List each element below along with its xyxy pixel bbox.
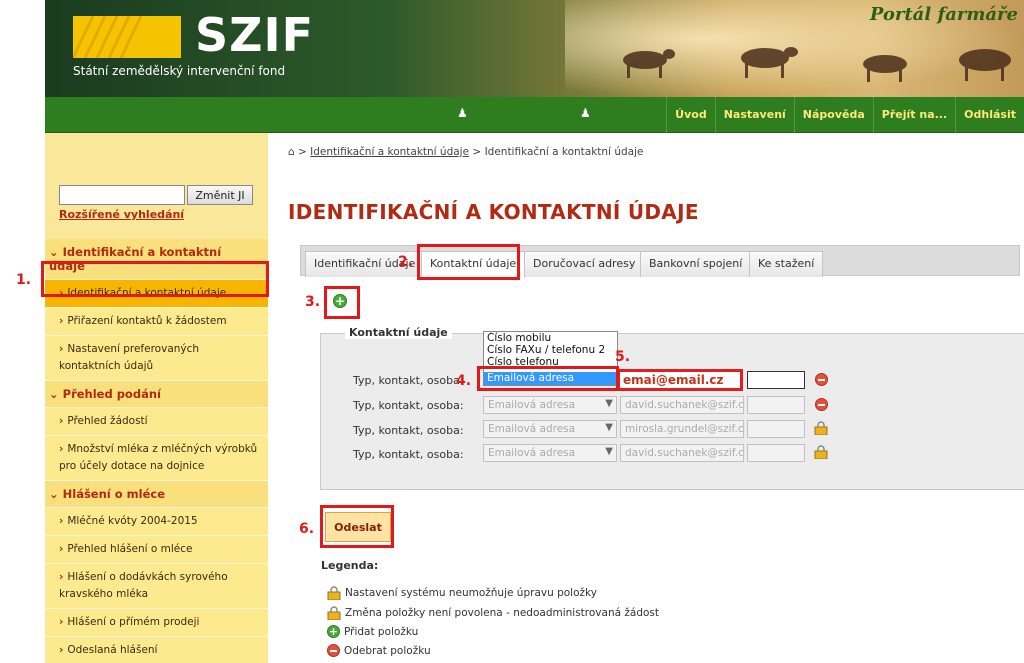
- side-section-milk[interactable]: ⌄ Hlášení o mléce: [45, 481, 268, 508]
- tab-delivery-addresses[interactable]: Doručovací adresy: [524, 251, 645, 277]
- cows-image: [623, 47, 1011, 82]
- legend-item: Nastavení systému neumožňuje úpravu polo…: [327, 586, 597, 600]
- remove-icon: [327, 644, 340, 657]
- lock-edit-icon: [327, 606, 341, 620]
- remove-item-icon[interactable]: [815, 398, 828, 411]
- nav-link-home[interactable]: Úvod: [666, 97, 715, 133]
- top-navbar: ♟ ♟ Úvod Nastavení Nápověda Přejít na...…: [45, 97, 1024, 133]
- sidebar-item-sent-reports[interactable]: › Odeslaná hlášení: [45, 637, 268, 663]
- row-label: Typ, kontakt, osoba:: [353, 399, 464, 412]
- legend-item: Změna položky není povolena - nedoadmini…: [327, 606, 659, 620]
- chevron-down-icon: ⌄: [49, 245, 59, 259]
- chevron-down-icon: ▼: [605, 398, 613, 409]
- breadcrumb: ⌂ > Identifikační a kontaktní údaje > Id…: [288, 146, 644, 158]
- chevron-right-icon: ›: [59, 343, 64, 355]
- nav-link-settings[interactable]: Nastavení: [714, 97, 794, 133]
- search-input[interactable]: [59, 185, 185, 205]
- page-title: IDENTIFIKAČNÍ A KONTAKTNÍ ÚDAJE: [288, 200, 699, 224]
- sidebar-item-direct-sales[interactable]: › Hlášení o přímém prodeji: [45, 609, 268, 637]
- nav-link-logout[interactable]: Odhlásit: [955, 97, 1024, 133]
- sidebar-item-contact-assignment[interactable]: › Přiřazení kontaktů k žádostem: [45, 308, 268, 336]
- annotation-box: [324, 286, 360, 319]
- annotation-number: 4.: [456, 373, 472, 389]
- annotation-box: [41, 261, 269, 297]
- legend-title: Legenda:: [321, 559, 379, 572]
- contact-person-input[interactable]: [747, 396, 805, 414]
- row-label: Typ, kontakt, osoba:: [353, 374, 464, 387]
- contact-value-input[interactable]: mirosla.grundel@szif.cz: [620, 420, 744, 438]
- contact-person-input[interactable]: [747, 444, 805, 462]
- contact-value-input[interactable]: david.suchanek@szif.cz: [620, 444, 744, 462]
- sidebar-item-milk-reports[interactable]: › Přehled hlášení o mléce: [45, 536, 268, 564]
- user-icon: ♟: [457, 106, 468, 120]
- sidebar-item-preferred-contacts[interactable]: › Nastavení preferovaných kontaktních úda…: [45, 336, 268, 381]
- chevron-right-icon: ›: [59, 443, 64, 455]
- user-icon: ♟: [580, 106, 591, 120]
- nav-links: Úvod Nastavení Nápověda Přejít na... Odh…: [666, 97, 1024, 133]
- annotation-number: 5.: [615, 349, 631, 365]
- tab-downloads[interactable]: Ke stažení: [749, 251, 824, 277]
- chevron-right-icon: ›: [59, 571, 64, 583]
- site-header: SZIF Státní zemědělský intervenční fond …: [45, 0, 1024, 97]
- side-menu: ⌄ Identifikační a kontaktní údaje › Identi…: [45, 239, 268, 663]
- breadcrumb-link[interactable]: Identifikační a kontaktní údaje: [310, 146, 469, 158]
- lock-icon: [327, 586, 341, 600]
- dropdown-option[interactable]: Číslo mobilu: [484, 332, 617, 344]
- logo-stripes-icon: [73, 16, 181, 58]
- lock-edit-icon: [814, 445, 828, 459]
- chevron-right-icon: ›: [59, 515, 64, 527]
- chevron-down-icon: ⌄: [49, 387, 59, 401]
- annotation-box: [320, 505, 394, 548]
- home-icon[interactable]: ⌂: [288, 146, 295, 158]
- side-section-submissions[interactable]: ⌄ Přehled podání: [45, 381, 268, 408]
- contact-type-select[interactable]: Emailová adresa ▼: [483, 396, 617, 414]
- contact-type-select[interactable]: Emailová adresa ▼: [483, 420, 617, 438]
- chevron-down-icon: ▼: [605, 422, 613, 433]
- annotation-box: [417, 244, 520, 280]
- tab-bank-accounts[interactable]: Bankovní spojení: [640, 251, 752, 277]
- lock-edit-icon: [814, 421, 828, 435]
- contact-type-select[interactable]: Emailová adresa ▼: [483, 444, 617, 462]
- annotation-box: [477, 366, 619, 391]
- add-icon: +: [327, 625, 340, 638]
- row-label: Typ, kontakt, osoba:: [353, 424, 464, 437]
- chevron-right-icon: ›: [59, 616, 64, 628]
- search-row: Změnit JI: [59, 185, 253, 205]
- sidebar-item-milk-quotas[interactable]: › Mléčné kvóty 2004-2015: [45, 508, 268, 536]
- contact-value-input[interactable]: emai@email.cz: [617, 369, 743, 391]
- contact-person-input[interactable]: [747, 420, 805, 438]
- chevron-right-icon: ›: [59, 315, 64, 327]
- legend-item: Odebrat položku: [327, 644, 431, 657]
- annotation-number: 6.: [299, 521, 315, 537]
- contact-value-input[interactable]: david.suchanek@szif.cz: [620, 396, 744, 414]
- contact-person-input[interactable]: [747, 371, 805, 389]
- chevron-right-icon: ›: [59, 415, 64, 427]
- chevron-right-icon: ›: [59, 644, 64, 656]
- fieldset-legend: Kontaktní údaje: [345, 326, 452, 339]
- sidebar-item-raw-milk-deliveries[interactable]: › Hlášení o dodávkách syrového kravského …: [45, 564, 268, 609]
- annotation-number: 2.: [398, 254, 414, 270]
- chevron-down-icon: ▼: [605, 446, 613, 457]
- chevron-down-icon: ⌄: [49, 487, 59, 501]
- legend-item: + Přidat položku: [327, 625, 419, 638]
- advanced-search-link[interactable]: Rozšířené vyhledání: [59, 208, 184, 221]
- logo-text[interactable]: SZIF: [195, 8, 314, 62]
- row-label: Typ, kontakt, osoba:: [353, 448, 464, 461]
- nav-link-help[interactable]: Nápověda: [793, 97, 873, 133]
- logo-subtitle: Státní zemědělský intervenční fond: [73, 64, 286, 78]
- sidebar-item-milk-amount[interactable]: › Množství mléka z mléčných výrobků pro ú…: [45, 436, 268, 481]
- change-ji-button[interactable]: Změnit JI: [187, 185, 253, 205]
- breadcrumb-current: Identifikační a kontaktní údaje: [484, 146, 644, 158]
- sidebar-item-applications[interactable]: › Přehled žádostí: [45, 408, 268, 436]
- annotation-number: 1.: [16, 272, 32, 288]
- nav-link-goto[interactable]: Přejít na...: [872, 97, 955, 133]
- portal-title: Portál farmáře: [869, 4, 1018, 25]
- annotation-number: 3.: [305, 294, 321, 310]
- remove-item-icon[interactable]: [815, 373, 828, 386]
- dropdown-option[interactable]: Číslo FAXu / telefonu 2: [484, 344, 617, 356]
- sidebar: Změnit JI Rozšířené vyhledání ⌄ Identifik…: [45, 133, 268, 663]
- chevron-right-icon: ›: [59, 543, 64, 555]
